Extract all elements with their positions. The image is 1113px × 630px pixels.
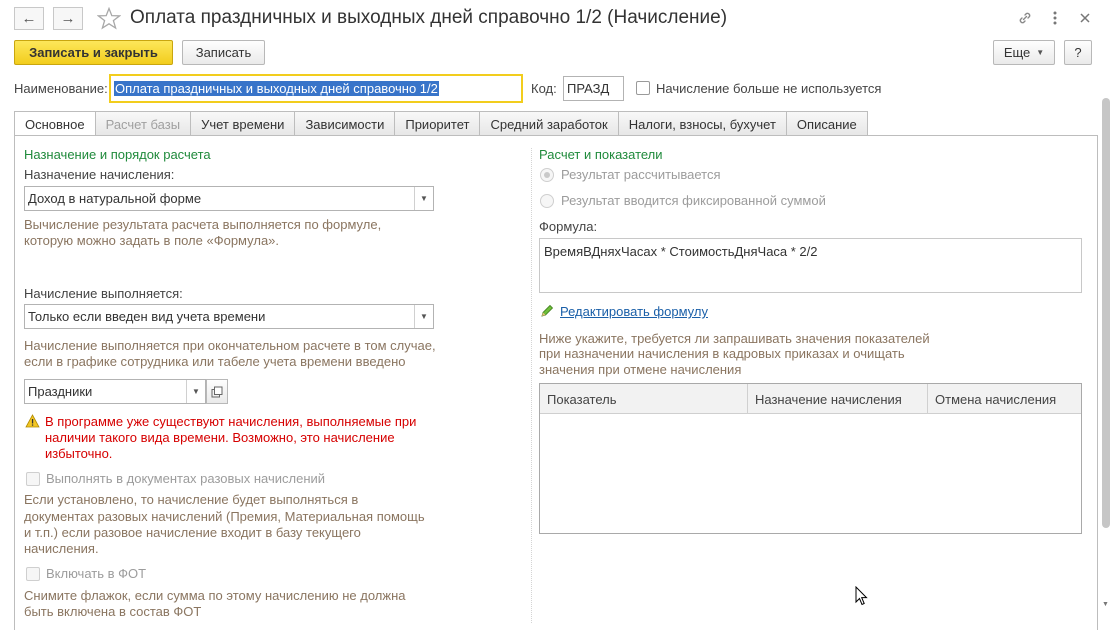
- fot-checkbox[interactable]: [26, 567, 40, 581]
- link-icon[interactable]: [1017, 10, 1033, 26]
- column-header-assignment[interactable]: Назначение начисления: [748, 384, 928, 414]
- executed-select[interactable]: Только если введен вид учета времени ▼: [24, 304, 434, 329]
- chevron-down-icon[interactable]: ▼: [414, 187, 433, 210]
- tab-base-calculation[interactable]: Расчет базы: [94, 111, 192, 136]
- star-icon[interactable]: [97, 7, 121, 30]
- help-button[interactable]: ?: [1064, 40, 1092, 65]
- indicators-table[interactable]: Показатель Назначение начисления Отмена …: [539, 383, 1082, 534]
- chevron-down-icon[interactable]: ▼: [186, 380, 205, 403]
- name-label: Наименование:: [14, 81, 108, 96]
- fot-label: Включать в ФОТ: [46, 566, 147, 581]
- chevron-down-icon[interactable]: ▼: [414, 305, 433, 328]
- tab-priority[interactable]: Приоритет: [394, 111, 481, 136]
- mouse-cursor-icon: [855, 586, 868, 606]
- tab-bar: Основное Расчет базы Учет времени Зависи…: [14, 111, 868, 137]
- forward-button[interactable]: →: [53, 7, 83, 30]
- warning-icon: [25, 414, 40, 428]
- scroll-down-icon[interactable]: ▼: [1102, 601, 1109, 608]
- name-input[interactable]: Оплата праздничных и выходных дней справ…: [109, 74, 523, 103]
- time-type-select-value: Праздники: [28, 384, 93, 399]
- column-header-cancellation[interactable]: Отмена начисления: [928, 384, 1081, 414]
- open-icon: [211, 386, 223, 397]
- executed-label: Начисление выполняется:: [24, 286, 183, 301]
- accrual-form-window: ← → Оплата праздничных и выходных дней с…: [0, 0, 1113, 630]
- column-header-indicator[interactable]: Показатель: [540, 384, 748, 414]
- onetime-checkbox[interactable]: [26, 472, 40, 486]
- scrollbar-thumb[interactable]: [1102, 98, 1110, 528]
- window-title: Оплата праздничных и выходных дней справ…: [130, 7, 728, 28]
- tab-time-accounting[interactable]: Учет времени: [190, 111, 296, 136]
- result-fixed-label: Результат вводится фиксированной суммой: [561, 193, 826, 208]
- arrow-right-icon: →: [60, 10, 76, 27]
- tab-description[interactable]: Описание: [785, 111, 868, 136]
- left-section-title: Назначение и порядок расчета: [24, 147, 211, 162]
- onetime-hint-line-4: начисления.: [24, 541, 99, 556]
- executed-hint-line-2: если в графике сотрудника или табеле уче…: [24, 354, 406, 369]
- close-icon[interactable]: [1078, 11, 1092, 25]
- purpose-select-value: Доход в натуральной форме: [28, 191, 202, 206]
- tab-dependencies[interactable]: Зависимости: [294, 111, 396, 136]
- arrow-left-icon: ←: [21, 10, 37, 27]
- executed-select-value: Только если введен вид учета времени: [28, 309, 266, 324]
- tab-main[interactable]: Основное: [14, 111, 96, 137]
- save-button[interactable]: Записать: [182, 40, 265, 65]
- purpose-hint-line-2: которую можно задать в поле «Формула».: [24, 233, 280, 248]
- code-input[interactable]: ПРАЗД: [563, 76, 624, 101]
- save-and-close-button[interactable]: Записать и закрыть: [14, 40, 173, 65]
- executed-hint-line-1: Начисление выполняется при окончательном…: [24, 338, 436, 353]
- column-divider: [531, 148, 532, 623]
- tab-taxes[interactable]: Налоги, взносы, бухучет: [617, 111, 787, 136]
- result-calculated-label: Результат рассчитывается: [561, 167, 721, 182]
- purpose-select[interactable]: Доход в натуральной форме ▼: [24, 186, 434, 211]
- indicators-hint-line-1: Ниже укажите, требуется ли запрашивать з…: [539, 331, 930, 346]
- pencil-icon: [541, 304, 554, 317]
- time-type-select[interactable]: Праздники ▼: [24, 379, 206, 404]
- result-fixed-radio[interactable]: [540, 194, 554, 208]
- onetime-label: Выполнять в документах разовых начислени…: [46, 471, 326, 486]
- back-button[interactable]: ←: [14, 7, 44, 30]
- open-button[interactable]: [206, 379, 228, 404]
- onetime-hint-line-1: Если установлено, то начисление будет вы…: [24, 492, 359, 507]
- warning-line-2: наличии такого вида времени. Возможно, э…: [45, 430, 395, 445]
- vertical-scrollbar[interactable]: ▼: [1101, 98, 1110, 618]
- indicators-hint-line-2: при назначении начисления в кадровых при…: [539, 346, 905, 361]
- edit-formula-link[interactable]: Редактировать формулу: [560, 304, 708, 319]
- code-label: Код:: [531, 81, 557, 96]
- purpose-hint-line-1: Вычисление результата расчета выполняетс…: [24, 217, 382, 232]
- warning-line-3: избыточно.: [45, 446, 113, 461]
- tab-average-earnings[interactable]: Средний заработок: [479, 111, 619, 136]
- unused-checkbox[interactable]: [636, 81, 650, 95]
- purpose-label: Назначение начисления:: [24, 167, 175, 182]
- onetime-hint-line-2: документах разовых начислений (Премия, М…: [24, 509, 425, 524]
- more-menu-button[interactable]: Еще ▼: [993, 40, 1055, 65]
- fot-hint-line-1: Снимите флажок, если сумма по этому начи…: [24, 588, 406, 603]
- chevron-down-icon: ▼: [1036, 48, 1045, 57]
- warning-line-1: В программе уже существуют начисления, в…: [45, 414, 417, 429]
- right-section-title: Расчет и показатели: [539, 147, 663, 162]
- formula-field[interactable]: ВремяВДняхЧасах * СтоимостьДняЧаса * 2/2: [539, 238, 1082, 293]
- indicators-table-header: Показатель Назначение начисления Отмена …: [540, 384, 1081, 414]
- fot-hint-line-2: быть включена в состав ФОТ: [24, 604, 202, 619]
- unused-label: Начисление больше не используется: [656, 81, 882, 96]
- name-input-value: Оплата праздничных и выходных дней справ…: [114, 81, 439, 96]
- onetime-hint-line-3: и т.п.) если разовое начисление входит в…: [24, 525, 361, 540]
- more-vertical-icon[interactable]: [1050, 10, 1060, 26]
- formula-label: Формула:: [539, 219, 598, 234]
- indicators-hint-line-3: значения при отмене начисления: [539, 362, 742, 377]
- result-calculated-radio[interactable]: [540, 168, 554, 182]
- more-menu-label: Еще: [1003, 45, 1031, 60]
